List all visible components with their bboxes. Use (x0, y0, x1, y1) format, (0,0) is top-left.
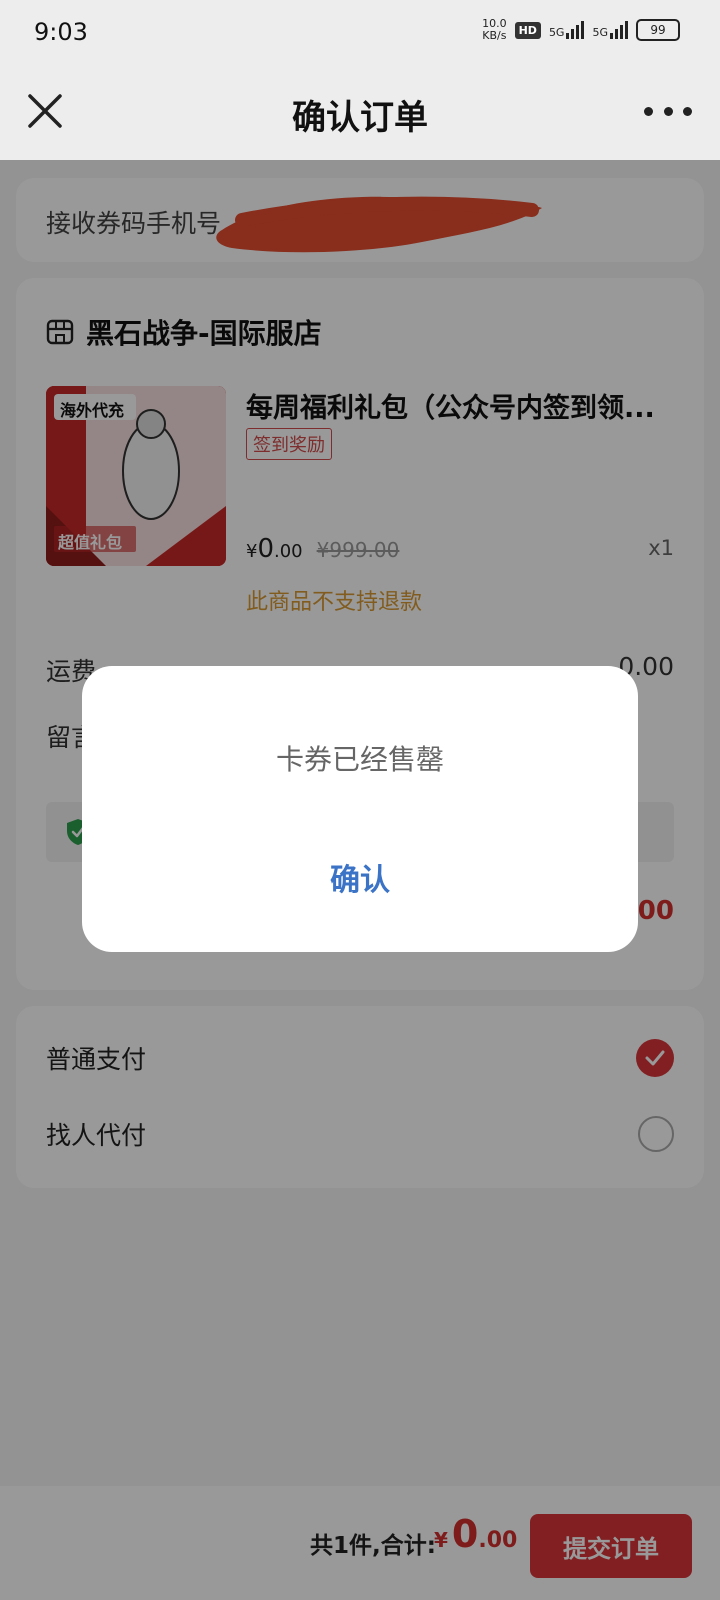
dialog-message: 卡券已经售罄 (275, 743, 444, 776)
signal-icon: 5G (549, 21, 585, 39)
hd-icon: HD (514, 21, 541, 39)
signal-icon-2: 5G (592, 21, 628, 39)
more-button[interactable] (644, 96, 692, 126)
status-icons: 10.0 KB/s HD 5G 5G 99 (482, 18, 680, 42)
alert-dialog: 卡券已经售罄 确认 (82, 666, 638, 952)
battery-icon: 99 (636, 19, 680, 41)
status-time: 9:03 (34, 18, 88, 46)
network-speed: 10.0 KB/s (482, 17, 507, 42)
more-icon (644, 106, 653, 116)
dialog-confirm-button[interactable]: 确认 (82, 854, 638, 900)
page-title: 确认订单 (292, 98, 428, 138)
nav-header: 确认订单 (0, 64, 720, 160)
status-bar: 9:03 10.0 KB/s HD 5G 5G 99 (0, 0, 720, 64)
